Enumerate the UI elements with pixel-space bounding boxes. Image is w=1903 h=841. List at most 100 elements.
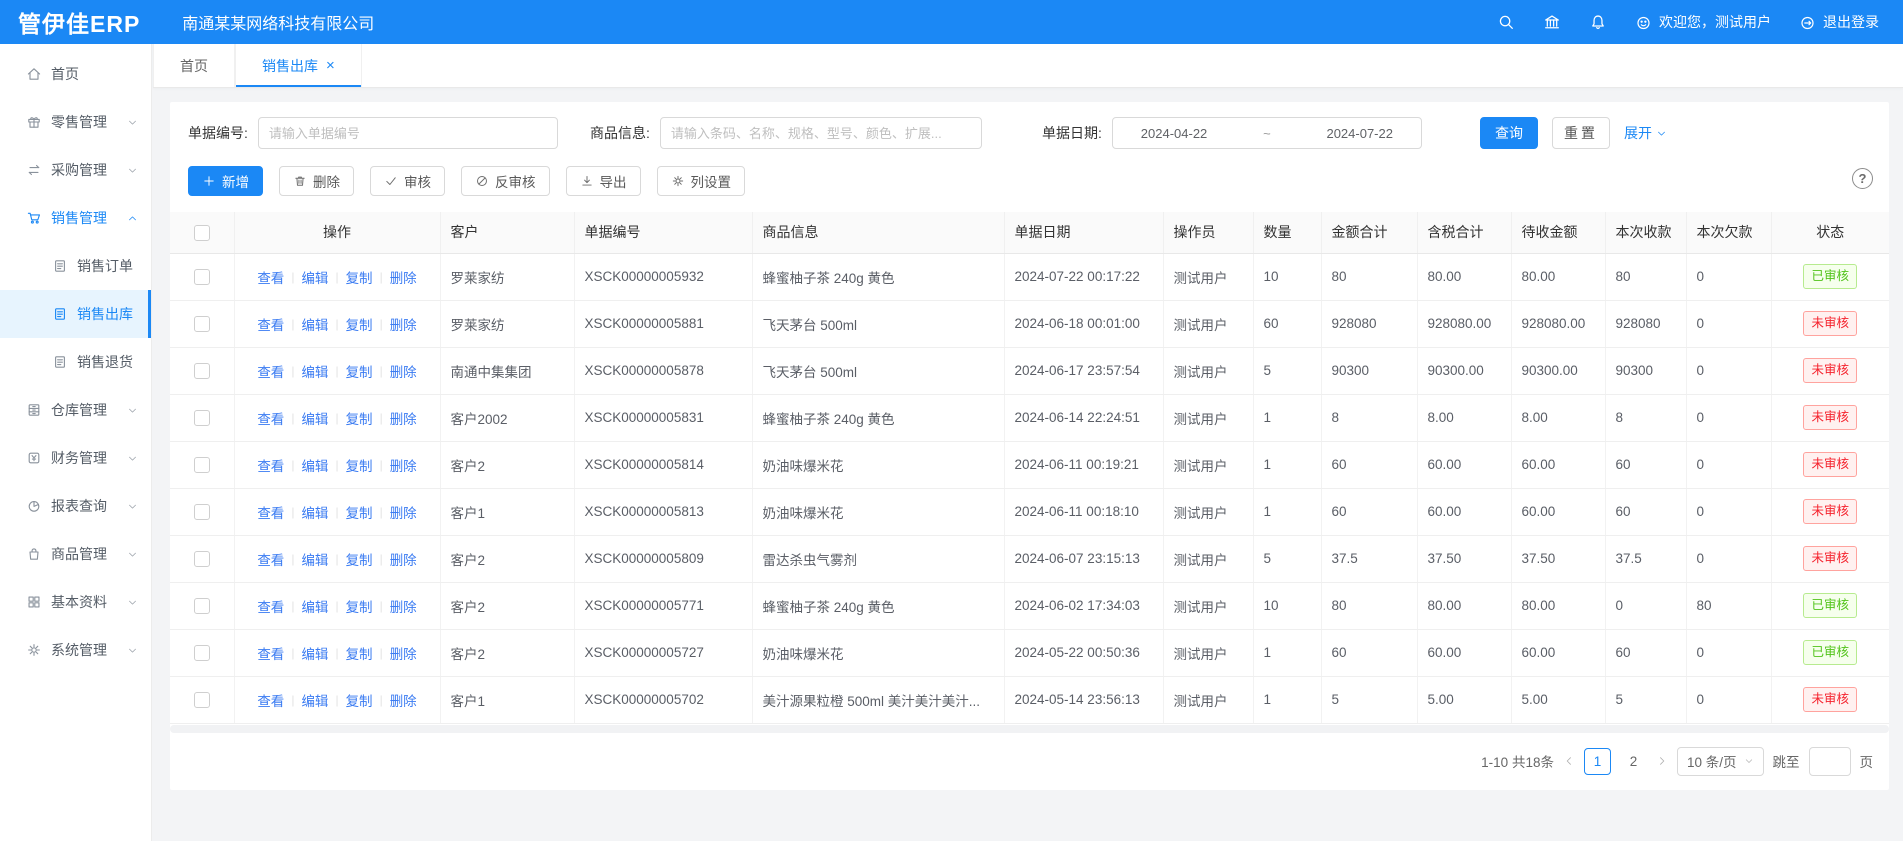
home-portal-icon[interactable] xyxy=(1543,13,1561,31)
date-start[interactable]: 2024-04-22 xyxy=(1141,126,1208,141)
row-checkbox[interactable] xyxy=(194,410,210,426)
action-edit[interactable]: 编辑 xyxy=(301,455,328,475)
tab-sales-outbound[interactable]: 销售出库 × xyxy=(235,44,362,87)
audit-button[interactable]: 审核 xyxy=(370,166,445,196)
notification-bell-icon[interactable] xyxy=(1589,13,1607,31)
divider: | xyxy=(291,458,294,472)
row-checkbox[interactable] xyxy=(194,269,210,285)
action-edit[interactable]: 编辑 xyxy=(301,643,328,663)
sidebar-item-retail-mgmt[interactable]: 零售管理 xyxy=(0,98,151,146)
divider: | xyxy=(291,599,294,613)
header-cell: 操作员 xyxy=(1163,212,1253,253)
goods-input[interactable] xyxy=(660,117,982,149)
row-checkbox[interactable] xyxy=(194,504,210,520)
action-copy[interactable]: 复制 xyxy=(346,361,373,381)
row-checkbox[interactable] xyxy=(194,598,210,614)
select-all-checkbox[interactable] xyxy=(194,225,210,241)
search-button[interactable]: 查询 xyxy=(1480,117,1538,149)
action-view[interactable]: 查看 xyxy=(257,596,284,616)
action-edit[interactable]: 编辑 xyxy=(301,596,328,616)
sidebar-item-sales-return[interactable]: 销售退货 xyxy=(0,338,151,386)
action-copy[interactable]: 复制 xyxy=(346,596,373,616)
reset-button[interactable]: 重置 xyxy=(1552,117,1610,149)
action-edit[interactable]: 编辑 xyxy=(301,549,328,569)
sidebar-item-home[interactable]: 首页 xyxy=(0,50,151,98)
action-copy[interactable]: 复制 xyxy=(346,314,373,334)
unaudit-button[interactable]: 反审核 xyxy=(461,166,550,196)
bill-no-input[interactable] xyxy=(258,117,558,149)
prev-page-button[interactable] xyxy=(1563,755,1575,767)
sidebar-item-goods-mgmt[interactable]: 商品管理 xyxy=(0,530,151,578)
row-checkbox[interactable] xyxy=(194,316,210,332)
page-number-1[interactable]: 1 xyxy=(1584,748,1611,775)
action-view[interactable]: 查看 xyxy=(257,690,284,710)
logout-button[interactable]: 退出登录 xyxy=(1799,12,1879,32)
action-copy[interactable]: 复制 xyxy=(346,267,373,287)
row-checkbox[interactable] xyxy=(194,363,210,379)
action-copy[interactable]: 复制 xyxy=(346,643,373,663)
export-button[interactable]: 导出 xyxy=(566,166,641,196)
action-edit[interactable]: 编辑 xyxy=(301,361,328,381)
horizontal-scrollbar[interactable] xyxy=(170,725,1889,733)
action-delete[interactable]: 删除 xyxy=(390,267,417,287)
action-delete[interactable]: 删除 xyxy=(390,502,417,522)
action-delete[interactable]: 删除 xyxy=(390,549,417,569)
tab-home[interactable]: 首页 xyxy=(153,44,235,87)
row-checkbox[interactable] xyxy=(194,551,210,567)
row-checkbox[interactable] xyxy=(194,645,210,661)
sidebar-item-warehouse-mgmt[interactable]: 仓库管理 xyxy=(0,386,151,434)
action-view[interactable]: 查看 xyxy=(257,549,284,569)
action-delete[interactable]: 删除 xyxy=(390,455,417,475)
action-view[interactable]: 查看 xyxy=(257,267,284,287)
sidebar-item-basic-data[interactable]: 基本资料 xyxy=(0,578,151,626)
divider: | xyxy=(291,317,294,331)
action-view[interactable]: 查看 xyxy=(257,314,284,334)
sidebar-item-purchase-mgmt[interactable]: 采购管理 xyxy=(0,146,151,194)
action-delete[interactable]: 删除 xyxy=(390,690,417,710)
action-delete[interactable]: 删除 xyxy=(390,643,417,663)
action-copy[interactable]: 复制 xyxy=(346,690,373,710)
page-size-select[interactable]: 10 条/页 xyxy=(1677,747,1764,776)
action-copy[interactable]: 复制 xyxy=(346,455,373,475)
filter-bill-no: 单据编号: xyxy=(188,117,558,149)
date-end[interactable]: 2024-07-22 xyxy=(1326,126,1393,141)
action-view[interactable]: 查看 xyxy=(257,408,284,428)
sidebar-item-sales-outbound[interactable]: 销售出库 xyxy=(0,290,151,338)
sidebar-item-sales-order[interactable]: 销售订单 xyxy=(0,242,151,290)
jump-page-input[interactable] xyxy=(1809,747,1851,776)
column-settings-button[interactable]: 列设置 xyxy=(657,166,746,196)
action-edit[interactable]: 编辑 xyxy=(301,314,328,334)
sidebar-item-report-query[interactable]: 报表查询 xyxy=(0,482,151,530)
action-view[interactable]: 查看 xyxy=(257,502,284,522)
row-checkbox[interactable] xyxy=(194,457,210,473)
action-delete[interactable]: 删除 xyxy=(390,408,417,428)
action-edit[interactable]: 编辑 xyxy=(301,267,328,287)
action-edit[interactable]: 编辑 xyxy=(301,690,328,710)
action-delete[interactable]: 删除 xyxy=(390,314,417,334)
sidebar-item-sales-mgmt[interactable]: 销售管理 xyxy=(0,194,151,242)
help-icon[interactable]: ? xyxy=(1852,168,1873,189)
sidebar-item-system-mgmt[interactable]: 系统管理 xyxy=(0,626,151,674)
date-range-picker[interactable]: 2024-04-22 ~ 2024-07-22 xyxy=(1112,117,1422,149)
add-button[interactable]: 新增 xyxy=(188,166,263,196)
search-icon[interactable] xyxy=(1497,13,1515,31)
action-view[interactable]: 查看 xyxy=(257,643,284,663)
cell-actions: 查看|编辑|复制|删除 xyxy=(234,676,440,723)
action-view[interactable]: 查看 xyxy=(257,361,284,381)
action-delete[interactable]: 删除 xyxy=(390,596,417,616)
table-header-row: 操作客户单据编号商品信息单据日期操作员数量金额合计含税合计待收金额本次收款本次欠… xyxy=(170,212,1889,253)
action-delete[interactable]: 删除 xyxy=(390,361,417,381)
action-copy[interactable]: 复制 xyxy=(346,502,373,522)
action-edit[interactable]: 编辑 xyxy=(301,408,328,428)
expand-filters-link[interactable]: 展开 xyxy=(1624,123,1667,143)
action-copy[interactable]: 复制 xyxy=(346,549,373,569)
row-checkbox[interactable] xyxy=(194,692,210,708)
action-edit[interactable]: 编辑 xyxy=(301,502,328,522)
tab-close-icon[interactable]: × xyxy=(326,58,335,73)
next-page-button[interactable] xyxy=(1656,755,1668,767)
action-copy[interactable]: 复制 xyxy=(346,408,373,428)
action-view[interactable]: 查看 xyxy=(257,455,284,475)
page-number-2[interactable]: 2 xyxy=(1620,748,1647,775)
sidebar-item-finance-mgmt[interactable]: 财务管理 xyxy=(0,434,151,482)
delete-button[interactable]: 删除 xyxy=(279,166,354,196)
